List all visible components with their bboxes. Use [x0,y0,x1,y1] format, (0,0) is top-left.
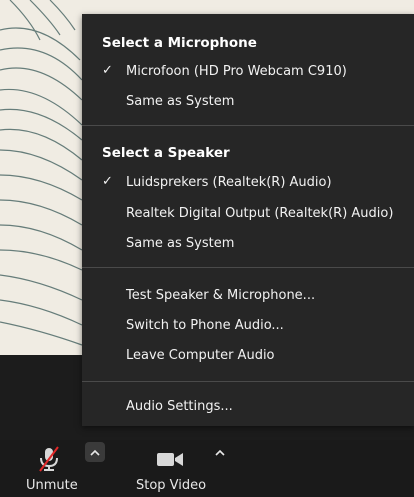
speaker-option-realtek-digital-output[interactable]: Realtek Digital Output (Realtek(R) Audio… [82,202,414,226]
leave-computer-audio-item[interactable]: Leave Computer Audio [82,344,414,368]
menu-item-label: Audio Settings... [126,399,233,414]
audio-options-caret-button[interactable] [85,442,105,462]
checkmark-icon: ✓ [102,174,113,189]
microphone-option-same-as-system[interactable]: Same as System [82,90,414,114]
audio-settings-item[interactable]: Audio Settings... [82,395,414,419]
meeting-toolbar: Unmute Stop Video [0,440,414,497]
menu-divider [82,125,414,126]
menu-item-label: Leave Computer Audio [126,348,275,363]
stop-video-button[interactable]: Stop Video [130,440,210,497]
speaker-option-label: Same as System [126,236,235,251]
speaker-section-header: Select a Speaker [102,145,230,161]
chevron-up-icon [215,449,225,456]
video-options-caret-button[interactable] [210,442,230,462]
menu-item-label: Test Speaker & Microphone... [126,288,316,303]
audio-options-menu: Select a Microphone ✓ Microfoon (HD Pro … [82,14,414,426]
unmute-button[interactable]: Unmute [0,440,82,497]
speaker-option-luidsprekers[interactable]: ✓ Luidsprekers (Realtek(R) Audio) [82,171,414,195]
speaker-option-same-as-system[interactable]: Same as System [82,232,414,256]
microphone-section-header: Select a Microphone [102,35,257,51]
microphone-muted-icon [39,446,59,472]
unmute-label: Unmute [26,478,78,493]
speaker-option-label: Luidsprekers (Realtek(R) Audio) [126,175,332,190]
microphone-option-hd-pro-webcam[interactable]: ✓ Microfoon (HD Pro Webcam C910) [82,60,414,84]
menu-item-label: Switch to Phone Audio... [126,318,284,333]
chevron-up-icon [90,449,100,456]
speaker-option-label: Realtek Digital Output (Realtek(R) Audio… [126,206,394,221]
switch-to-phone-audio-item[interactable]: Switch to Phone Audio... [82,314,414,338]
video-camera-icon [157,453,183,466]
menu-divider [82,267,414,268]
checkmark-icon: ✓ [102,63,113,78]
test-speaker-microphone-item[interactable]: Test Speaker & Microphone... [82,284,414,308]
menu-divider [82,381,414,382]
stop-video-label: Stop Video [136,478,207,493]
microphone-option-label: Microfoon (HD Pro Webcam C910) [126,64,347,79]
microphone-option-label: Same as System [126,94,235,109]
